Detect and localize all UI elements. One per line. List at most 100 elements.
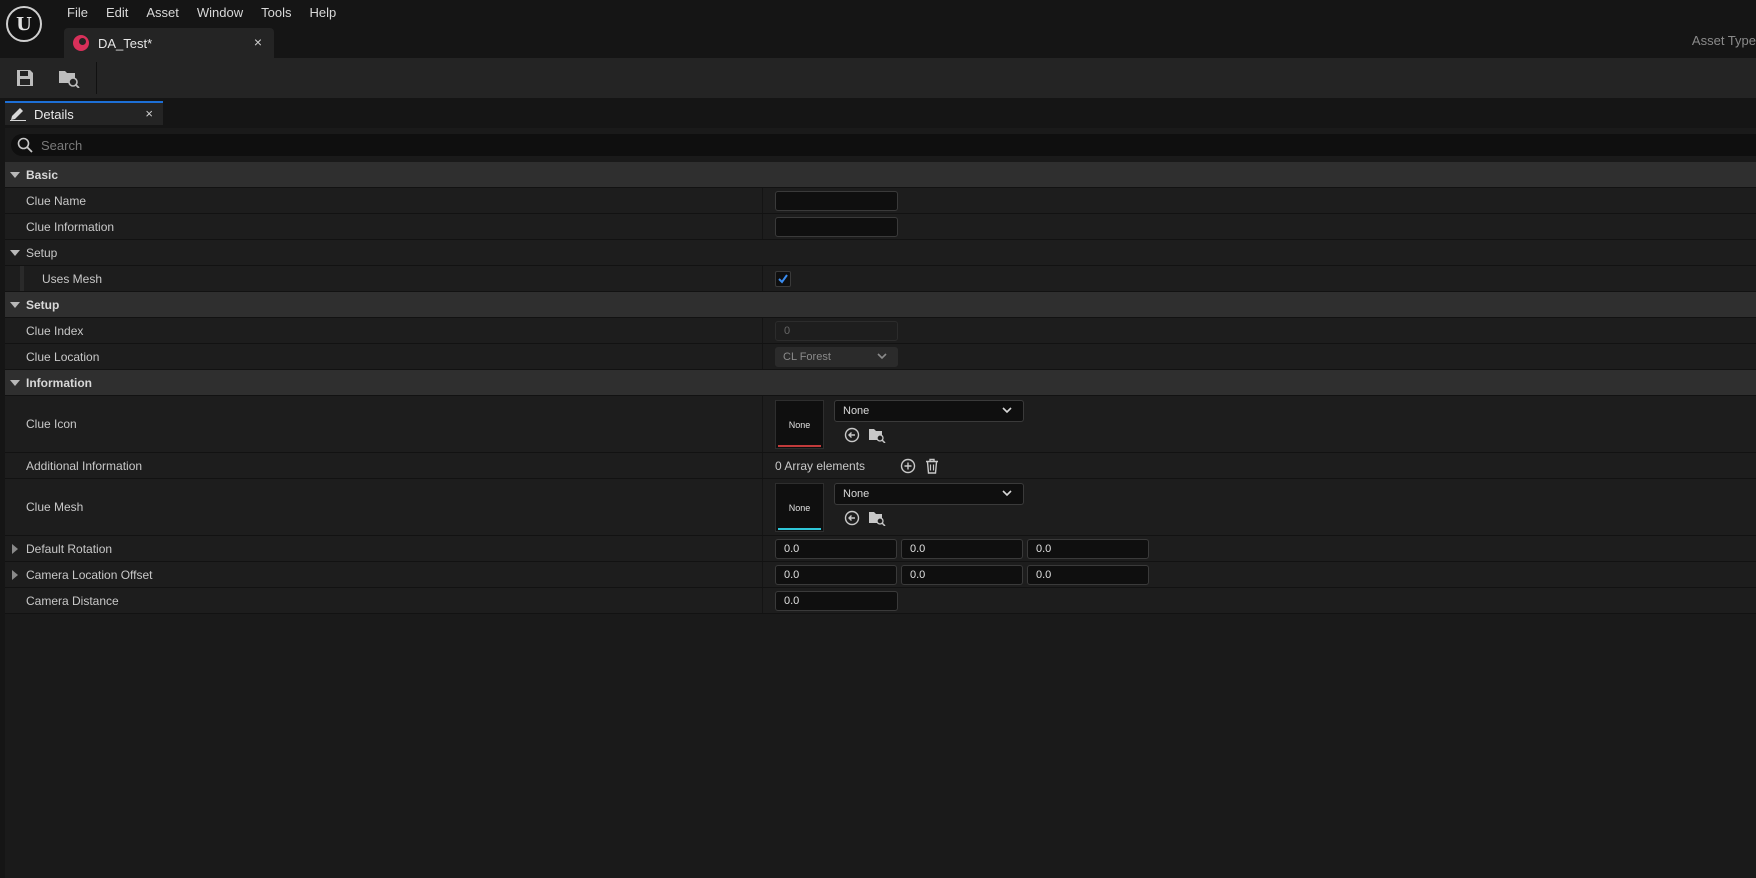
document-tab-label: DA_Test*: [98, 35, 153, 51]
plus-circle-icon: [900, 458, 916, 474]
menu-window[interactable]: Window: [188, 2, 252, 24]
column-divider[interactable]: [762, 588, 763, 613]
close-tab-button[interactable]: ×: [254, 34, 262, 50]
category-label: Setup: [26, 298, 60, 312]
clue-icon-thumbnail[interactable]: None: [775, 400, 824, 449]
expand-arrow-icon[interactable]: [10, 380, 20, 386]
clue-name-field[interactable]: [775, 191, 898, 211]
asset-type-label: Asset Type: [1691, 33, 1756, 48]
details-panel: Basic Clue Name Clue Information Setup U…: [5, 128, 1756, 878]
menu-asset[interactable]: Asset: [137, 2, 188, 24]
thumbnail-label: None: [788, 419, 811, 430]
use-selected-button[interactable]: [843, 426, 861, 444]
use-selected-arrow-icon: [844, 510, 860, 526]
clue-mesh-asset-picker[interactable]: None: [834, 483, 1024, 505]
offset-z-field[interactable]: 0.0: [1027, 565, 1149, 585]
property-label: Default Rotation: [26, 542, 113, 556]
property-label: Clue Information: [26, 220, 115, 234]
expand-arrow-icon[interactable]: [10, 302, 20, 308]
property-list: Basic Clue Name Clue Information Setup U…: [5, 162, 1756, 614]
use-selected-arrow-icon: [844, 427, 860, 443]
property-label: Camera Location Offset: [26, 568, 153, 582]
rotation-x-field[interactable]: 0.0: [775, 539, 897, 559]
column-divider[interactable]: [762, 536, 763, 561]
property-row-clue-location: Clue Location CL Forest: [5, 344, 1756, 370]
column-divider[interactable]: [762, 214, 763, 239]
browse-content-button[interactable]: [57, 66, 81, 90]
offset-x-field[interactable]: 0.0: [775, 565, 897, 585]
menu-help[interactable]: Help: [300, 2, 345, 24]
column-divider[interactable]: [762, 562, 763, 587]
menu-bar: File Edit Asset Window Tools Help: [58, 2, 345, 24]
expand-arrow-icon[interactable]: [10, 250, 20, 256]
column-divider[interactable]: [762, 318, 763, 343]
pencil-icon: [10, 108, 26, 121]
browse-asset-button[interactable]: [868, 426, 886, 444]
use-selected-button[interactable]: [843, 509, 861, 527]
folder-search-icon: [869, 429, 886, 443]
rotation-z-field[interactable]: 0.0: [1027, 539, 1149, 559]
clear-array-button[interactable]: [923, 457, 941, 475]
property-label: Camera Distance: [26, 594, 119, 608]
column-divider[interactable]: [762, 266, 763, 291]
clue-information-field[interactable]: [775, 217, 898, 237]
expand-arrow-icon[interactable]: [12, 570, 18, 580]
property-row-uses-mesh: Uses Mesh: [5, 266, 1756, 292]
asset-type-color-bar: [778, 528, 821, 530]
search-input[interactable]: [39, 136, 1733, 154]
property-label: Uses Mesh: [42, 272, 103, 286]
uses-mesh-checkbox[interactable]: [775, 271, 791, 287]
column-divider[interactable]: [762, 453, 763, 478]
category-setup-sub[interactable]: Setup: [5, 240, 1756, 266]
clue-location-dropdown: CL Forest: [775, 347, 898, 367]
property-label: Additional Information: [26, 459, 143, 473]
checkmark-icon: [778, 274, 788, 284]
asset-picker-value: None: [843, 405, 870, 417]
category-label: Basic: [26, 168, 59, 182]
toolbar-separator: [96, 62, 97, 94]
menu-file[interactable]: File: [58, 2, 97, 24]
save-button[interactable]: [13, 66, 37, 90]
clue-index-field: 0: [775, 321, 898, 341]
column-divider[interactable]: [762, 188, 763, 213]
category-basic[interactable]: Basic: [5, 162, 1756, 188]
add-element-button[interactable]: [899, 457, 917, 475]
chevron-down-icon: [1002, 407, 1012, 414]
column-divider[interactable]: [762, 396, 763, 452]
property-label: Clue Icon: [26, 417, 77, 431]
property-label: Clue Name: [26, 194, 87, 208]
toolbar: [0, 58, 1756, 98]
clue-mesh-thumbnail[interactable]: None: [775, 483, 824, 532]
offset-y-field[interactable]: 0.0: [901, 565, 1023, 585]
camera-distance-field[interactable]: 0.0: [775, 591, 898, 611]
category-setup[interactable]: Setup: [5, 292, 1756, 318]
property-row-clue-information: Clue Information: [5, 214, 1756, 240]
property-row-camera-distance: Camera Distance 0.0: [5, 588, 1756, 614]
chevron-down-icon: [877, 353, 887, 360]
panel-tab-bar: Details ×: [0, 98, 1756, 128]
browse-asset-button[interactable]: [868, 509, 886, 527]
clue-icon-asset-picker[interactable]: None: [834, 400, 1024, 422]
category-information[interactable]: Information: [5, 370, 1756, 396]
details-tab-label: Details: [34, 106, 74, 122]
rotation-y-field[interactable]: 0.0: [901, 539, 1023, 559]
indent-bar: [20, 266, 24, 291]
document-tab[interactable]: DA_Test* ×: [64, 28, 274, 58]
search-icon: [17, 137, 33, 153]
column-divider[interactable]: [762, 479, 763, 535]
details-tab[interactable]: Details ×: [5, 101, 163, 125]
menu-edit[interactable]: Edit: [97, 2, 137, 24]
column-divider[interactable]: [762, 344, 763, 369]
close-details-button[interactable]: ×: [145, 106, 153, 121]
thumbnail-label: None: [788, 502, 811, 513]
property-row-clue-name: Clue Name: [5, 188, 1756, 214]
data-asset-icon: [73, 35, 89, 51]
trash-icon: [926, 458, 938, 474]
expand-arrow-icon[interactable]: [10, 172, 20, 178]
menu-tools[interactable]: Tools: [252, 2, 300, 24]
unreal-logo-icon[interactable]: U: [6, 6, 42, 42]
property-row-clue-icon: Clue Icon None None: [5, 396, 1756, 453]
expand-arrow-icon[interactable]: [12, 544, 18, 554]
property-label: Clue Mesh: [26, 500, 84, 514]
chevron-down-icon: [1002, 490, 1012, 497]
